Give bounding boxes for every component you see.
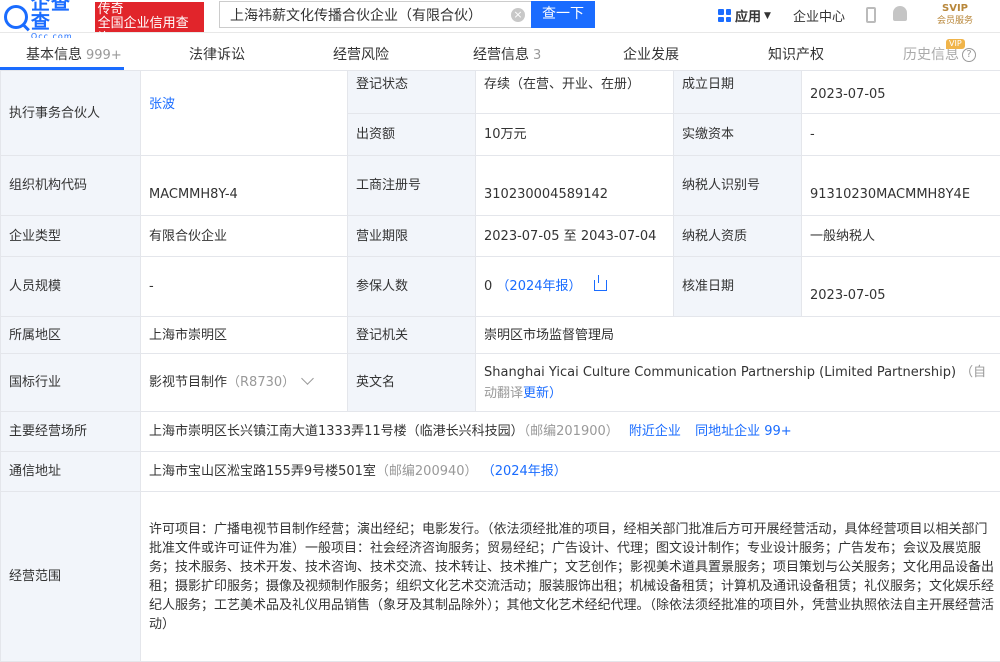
translate-update-link[interactable]: 更新）	[523, 386, 562, 401]
partner-link[interactable]: 张波	[149, 97, 175, 112]
svip-caption: 会员服务	[936, 16, 973, 26]
address-zip: （邮编201900）	[523, 424, 619, 439]
tab-risk[interactable]: 经营风险	[333, 44, 389, 64]
logo-magnifier-icon	[4, 5, 28, 29]
industry-code: （R8730）	[227, 375, 296, 390]
scope-value: 许可项目：广播电视节目制作经营；演出经纪；电影发行。（依法须经批准的项目，经相关…	[140, 491, 1000, 662]
found-date-label: 成立日期	[673, 70, 802, 114]
address-label: 主要经营场所	[0, 411, 141, 452]
search-box: ×	[219, 1, 531, 28]
top-header: 企查查 Qcc.com 传奇 全国企业信用查询 × 查一下 应用 ▼ 企业中心 …	[0, 0, 1000, 45]
english-label: 英文名	[347, 353, 476, 412]
tax-id-label: 纳税人识别号	[673, 155, 802, 216]
qcc-logo[interactable]: 企查查 Qcc.com 传奇 全国企业信用查询	[4, 0, 204, 45]
vip-tag: VIP	[946, 39, 965, 49]
caret-down-icon: ▼	[764, 10, 771, 21]
insured-label: 参保人数	[347, 256, 476, 317]
org-code-label: 组织机构代码	[0, 155, 141, 216]
tax-qual-value: 一般纳税人	[801, 215, 1000, 257]
insured-cell: 0 （2024年报）	[475, 256, 674, 317]
industry-value: 影视节目制作	[149, 375, 228, 390]
scope-label: 经营范围	[0, 491, 141, 662]
staff-label: 人员规模	[0, 256, 141, 317]
tab-ip[interactable]: 知识产权	[768, 44, 824, 64]
mail-label: 通信地址	[0, 451, 141, 492]
capital-value: 10万元	[475, 113, 674, 156]
same-address-link[interactable]: 同地址企业 99+	[695, 424, 792, 439]
term-value: 2023-07-05 至 2043-07-04	[475, 215, 674, 257]
type-label: 企业类型	[0, 215, 141, 257]
industry-cell[interactable]: 影视节目制作（R8730）	[140, 353, 348, 412]
bell-icon[interactable]	[893, 6, 907, 21]
reg-status-value: 存续（在营、开业、在册）	[475, 70, 674, 114]
mail-zip: （邮编200940）	[375, 464, 478, 479]
apps-menu[interactable]: 应用 ▼	[718, 6, 771, 25]
term-label: 营业期限	[347, 215, 476, 257]
svip-service[interactable]: SVIP 会员服务	[935, 2, 975, 30]
reg-status-label: 登记状态	[347, 70, 476, 114]
section-tabs: 基本信息 999+ 法律诉讼 经营风险 经营信息 3 企业发展 知识产权 历史信息 …	[0, 38, 1000, 70]
apps-grid-icon	[718, 9, 731, 22]
biz-reg-label: 工商注册号	[347, 155, 476, 216]
staff-value: -	[140, 256, 348, 317]
tab-development[interactable]: 企业发展	[623, 44, 679, 64]
partner-label: 执行事务合伙人	[0, 70, 141, 156]
industry-label: 国标行业	[0, 353, 141, 412]
paid-capital-value: -	[801, 113, 1000, 156]
biz-reg-value: 310230004589142	[475, 155, 674, 216]
insured-value: 0	[484, 279, 493, 294]
address-cell: 上海市崇明区长兴镇江南大道1333弄11号楼（临港长兴科技园）（邮编201900…	[140, 411, 1000, 452]
paid-capital-label: 实缴资本	[673, 113, 802, 156]
tab-basic-info[interactable]: 基本信息 999+	[26, 44, 122, 64]
tax-qual-label: 纳税人资质	[673, 215, 802, 257]
tab-operations[interactable]: 经营信息 3	[473, 44, 541, 64]
chart-icon[interactable]	[593, 275, 607, 291]
org-code-value: MACMMH8Y-4	[140, 155, 348, 216]
authority-label: 登记机关	[347, 316, 476, 354]
nearby-companies-link[interactable]: 附近企业	[629, 424, 681, 439]
tab-legal[interactable]: 法律诉讼	[189, 44, 245, 64]
logo-name: 企查查	[30, 0, 71, 33]
approve-value: 2023-07-05	[801, 256, 1000, 317]
phone-icon[interactable]	[866, 7, 876, 23]
insured-report-link[interactable]: （2024年报）	[496, 279, 581, 294]
approve-label: 核准日期	[673, 256, 802, 317]
english-value: Shanghai Yicai Culture Communication Par…	[484, 364, 957, 380]
english-cell: Shanghai Yicai Culture Communication Par…	[475, 353, 1000, 412]
search-button[interactable]: 查一下	[531, 1, 595, 28]
region-label: 所属地区	[0, 316, 141, 354]
type-value: 有限合伙企业	[140, 215, 348, 257]
basic-info-table: 执行事务合伙人 张波 登记状态 存续（在营、开业、在册） 成立日期 2023-0…	[0, 70, 1000, 662]
logo-badge: 传奇 全国企业信用查询	[94, 2, 204, 45]
mail-report-link[interactable]: （2024年报）	[482, 464, 567, 479]
authority-value: 崇明区市场监督管理局	[475, 316, 1000, 354]
mail-value: 上海市宝山区淞宝路155弄9号楼501室	[149, 464, 376, 479]
capital-label: 出资额	[347, 113, 476, 156]
address-value: 上海市崇明区长兴镇江南大道1333弄11号楼（临港长兴科技园）	[149, 424, 524, 439]
tax-id-value: 91310230MACMMH8Y4E	[801, 155, 1000, 216]
chevron-down-icon[interactable]	[301, 372, 315, 385]
mail-cell: 上海市宝山区淞宝路155弄9号楼501室（邮编200940） （2024年报）	[140, 451, 1000, 492]
region-value: 上海市崇明区	[140, 316, 348, 354]
apps-label: 应用	[735, 10, 762, 25]
enterprise-center-link[interactable]: 企业中心	[793, 6, 845, 25]
svip-crown-icon: SVIP	[942, 3, 968, 14]
clear-search-icon[interactable]: ×	[511, 8, 525, 22]
help-icon[interactable]: ?	[962, 48, 976, 62]
search-input[interactable]	[230, 6, 500, 23]
found-date-value: 2023-07-05	[801, 70, 1000, 114]
